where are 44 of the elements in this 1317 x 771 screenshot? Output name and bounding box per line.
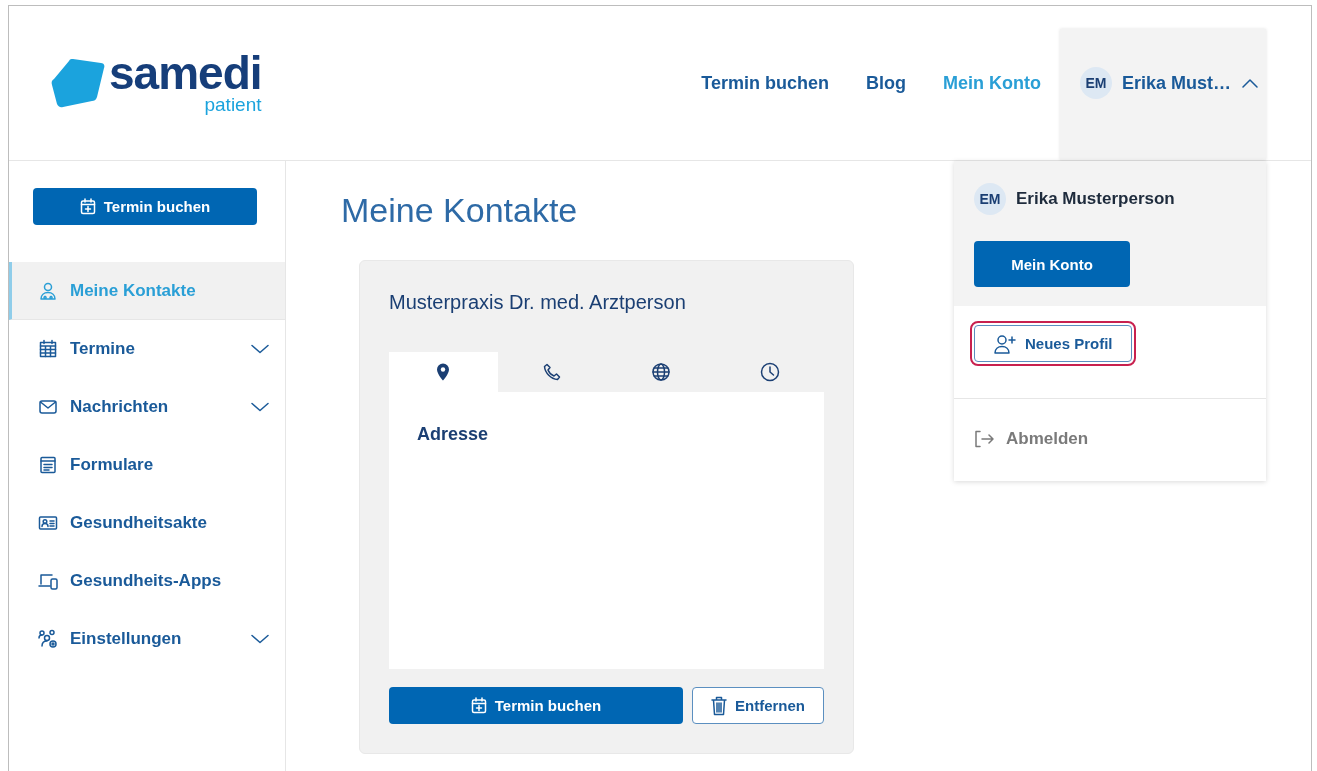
- page-title: Meine Kontakte: [341, 191, 578, 230]
- nav-link[interactable]: Termin buchen: [701, 72, 829, 94]
- clock-icon: [759, 362, 780, 382]
- nav-link[interactable]: Blog: [866, 72, 906, 94]
- chevron-up-icon: [1241, 78, 1260, 88]
- user-full-name: Erika Musterperson: [1016, 189, 1175, 209]
- avatar-initials: EM: [1080, 67, 1112, 99]
- tab[interactable]: [389, 352, 498, 392]
- phone-icon: [542, 362, 563, 382]
- logout-link[interactable]: Abmelden: [974, 429, 1246, 449]
- avatar-initials: EM: [974, 183, 1006, 215]
- sidebar-item[interactable]: Nachrichten: [9, 378, 285, 436]
- book-appointment-button[interactable]: Termin buchen: [33, 188, 257, 225]
- logo-name: samedi: [109, 51, 262, 95]
- user-name: Erika Must…: [1122, 72, 1232, 94]
- sidebar-item[interactable]: Einstellungen: [9, 610, 285, 668]
- globe-icon: [650, 362, 671, 382]
- chevron-down-icon: [251, 402, 269, 412]
- id-card-icon: [38, 513, 58, 533]
- user-menu-button[interactable]: EM Erika Must…: [1060, 29, 1266, 160]
- chevron-down-icon: [251, 634, 269, 644]
- calendar-icon: [38, 339, 58, 359]
- calendar-plus-icon: [79, 198, 96, 215]
- remove-button[interactable]: Entfernen: [692, 687, 824, 724]
- add-person-icon: [993, 333, 1017, 354]
- logout-icon: [974, 430, 994, 448]
- sidebar-item[interactable]: Gesundheitsakte: [9, 494, 285, 552]
- people-gear-icon: [38, 629, 58, 649]
- calendar-plus-icon: [470, 697, 487, 714]
- book-appointment-button[interactable]: Termin buchen: [389, 687, 683, 724]
- sidebar-item[interactable]: Gesundheits-Apps: [9, 552, 285, 610]
- sidebar-item[interactable]: Termine: [9, 320, 285, 378]
- logo-subtitle: patient: [204, 95, 262, 115]
- account-button[interactable]: Mein Konto: [974, 241, 1130, 287]
- person-icon: [38, 280, 58, 301]
- chevron-down-icon: [251, 344, 269, 354]
- sidebar-item[interactable]: Formulare: [9, 436, 285, 494]
- envelope-icon: [38, 397, 58, 417]
- card-title: Musterpraxis Dr. med. Arztperson: [389, 291, 687, 314]
- devices-icon: [38, 571, 58, 591]
- section-heading: Adresse: [417, 424, 490, 445]
- form-icon: [38, 455, 58, 475]
- trash-icon: [711, 695, 727, 716]
- pentagon-logo-icon: [51, 57, 105, 109]
